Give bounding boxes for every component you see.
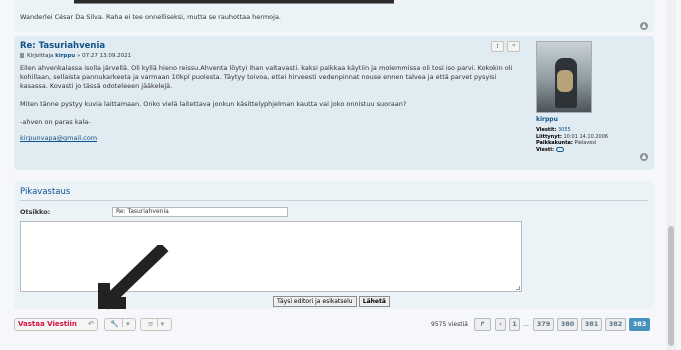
- post: Re: Tasuriahvenia Kirjoittaja kirppu » 0…: [14, 36, 654, 170]
- profile-stats: Viestit: 3055 Liittynyt: 10:01 14.10.200…: [536, 127, 639, 153]
- location-value: Pielavesi: [574, 140, 597, 146]
- post-meta: Kirjoittaja kirppu » 07:27 13.09.2021: [20, 53, 131, 59]
- quick-reply-buttons: Täysi editori ja esikatselu Lähetä: [273, 296, 390, 307]
- previous-post-image: [74, 0, 394, 4]
- post-reply-label: Vastaa Viestiin: [18, 320, 77, 328]
- divider: [20, 200, 648, 201]
- previous-page-button[interactable]: ‹: [495, 318, 506, 331]
- post-date: » 07:27 13.09.2021: [76, 53, 132, 59]
- post-author-link[interactable]: kirppu: [55, 53, 75, 59]
- current-page[interactable]: 383: [629, 318, 650, 331]
- pagination-ellipsis: …: [523, 321, 529, 328]
- message-label: Viesti:: [536, 146, 554, 153]
- posts-value[interactable]: 3055: [558, 127, 571, 133]
- submit-button[interactable]: Lähetä: [358, 296, 390, 307]
- chevron-left-icon: ‹: [499, 320, 502, 328]
- joined-label: Liittynyt:: [536, 133, 562, 140]
- page-link[interactable]: 382: [605, 318, 626, 331]
- post-title[interactable]: Re: Tasuriahvenia: [20, 41, 105, 51]
- quote-button[interactable]: ❝: [507, 41, 521, 52]
- post-profile: kirppu Viestit: 3055 Liittynyt: 10:01 14…: [534, 41, 639, 153]
- message-icon[interactable]: [555, 146, 564, 152]
- reply-icon: ↶: [88, 320, 94, 328]
- topic-tools-button[interactable]: 🔧 ▾: [104, 318, 136, 331]
- signature-text: -ahven on paras kala-: [20, 118, 91, 126]
- jump-icon: ↱: [479, 320, 486, 328]
- post-reply-button[interactable]: Vastaa Viestiin ↶: [14, 318, 98, 331]
- topic-toolbar: Vastaa Viestiin ↶ 🔧 ▾ ≡ ▾ 9575 viestiä ↱ ‹…: [14, 318, 654, 332]
- post-icon: [20, 53, 24, 58]
- chevron-down-icon: ▾: [126, 320, 130, 328]
- resize-handle[interactable]: [516, 286, 520, 290]
- post-paragraph: Miten tänne pystyy kuvia laittamaan. Onk…: [20, 100, 407, 108]
- joined-value: 10:01 14.10.2006: [563, 133, 609, 140]
- scrollbar[interactable]: [666, 0, 676, 350]
- post-meta-prefix: Kirjoittaja: [27, 53, 54, 59]
- annotation-arrow-icon: [98, 245, 169, 310]
- subject-label: Otsikko:: [20, 208, 51, 216]
- quick-reply-title: Pikavastaus: [20, 187, 71, 197]
- sort-icon: ≡: [147, 320, 154, 328]
- sort-button[interactable]: ≡ ▾: [140, 318, 172, 331]
- post-content: Eilen ahvenkalassa isolla järvellä. Oli …: [20, 64, 520, 143]
- avatar[interactable]: [536, 41, 592, 113]
- chevron-down-icon: ▾: [160, 320, 165, 328]
- page-link[interactable]: 381: [581, 318, 602, 331]
- page-link[interactable]: 379: [533, 318, 554, 331]
- post-paragraph: Eilen ahvenkalassa isolla järvellä. Oli …: [20, 64, 513, 90]
- report-button[interactable]: !: [491, 41, 504, 52]
- post-buttons: ! ❝: [490, 41, 521, 52]
- back-to-top-icon[interactable]: ▲: [640, 22, 648, 30]
- page-link[interactable]: 1: [509, 318, 520, 331]
- post-count: 9575 viestiä: [431, 321, 468, 328]
- previous-post: Wanderlei César Da Silva. Raha ei tee on…: [14, 0, 654, 32]
- page-link[interactable]: 380: [557, 318, 578, 331]
- previous-post-signature: Wanderlei César Da Silva. Raha ei tee on…: [20, 13, 281, 21]
- posts-label: Viestit:: [536, 127, 557, 133]
- page: Wanderlei César Da Silva. Raha ei tee on…: [14, 0, 654, 350]
- scrollbar-thumb[interactable]: [668, 226, 674, 346]
- subject-input[interactable]: Re: Tasuriahvenia: [112, 207, 288, 217]
- jump-to-page-button[interactable]: ↱: [474, 318, 491, 331]
- full-editor-button[interactable]: Täysi editori ja esikatselu: [273, 296, 357, 307]
- back-to-top-icon[interactable]: ▲: [640, 153, 648, 161]
- location-label: Paikkakunta:: [536, 140, 573, 146]
- signature-email-link[interactable]: kirpunvapa@gmail.com: [20, 134, 97, 142]
- profile-username[interactable]: kirppu: [536, 116, 639, 123]
- wrench-icon: 🔧: [110, 320, 120, 328]
